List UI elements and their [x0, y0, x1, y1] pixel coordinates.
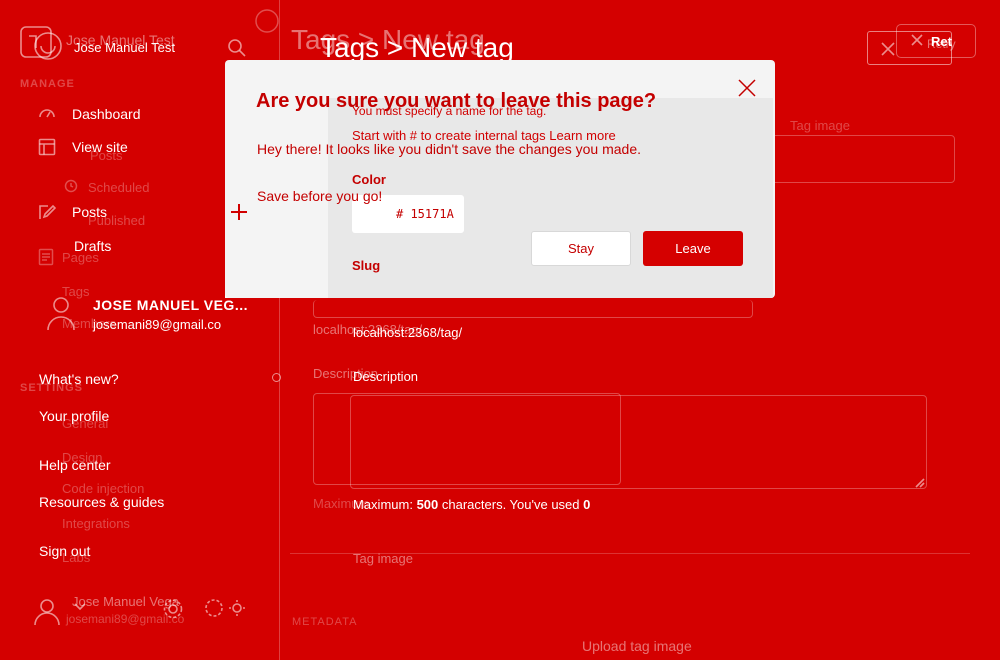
loading-icon: [254, 8, 280, 34]
description-label: Description: [353, 369, 419, 384]
stay-button[interactable]: Stay: [531, 231, 631, 266]
menu-whats-new[interactable]: What's new?: [39, 371, 119, 387]
max-hint-used: 0: [583, 497, 591, 512]
site-title[interactable]: Jose Manuel Test: [74, 40, 175, 55]
user-menu-name: JOSE MANUEL VEG...: [93, 297, 248, 313]
sidebar-item-published[interactable]: Published: [88, 213, 145, 228]
resize-handle-icon[interactable]: [915, 478, 925, 488]
metadata-heading: METADATA: [292, 616, 358, 628]
url-preview: localhost:2368/tag/: [353, 325, 463, 340]
leave-page-modal: You must specify a name for the tag. Sta…: [225, 60, 775, 298]
sidebar-item-pages[interactable]: Pages: [62, 250, 99, 265]
upload-tag-image-button[interactable]: Upload tag image: [582, 638, 692, 654]
tag-image-ghost-box: [745, 135, 955, 183]
modal-message-2: Save before you go!: [257, 188, 383, 204]
sidebar-item-scheduled[interactable]: Scheduled: [88, 180, 149, 195]
footer-avatar-icon[interactable]: [30, 594, 64, 628]
user-avatar-icon: [46, 294, 76, 332]
view-site-icon: [38, 138, 56, 156]
posts-icon: [38, 203, 56, 221]
plus-icon[interactable]: [229, 202, 249, 222]
modal-title: Are you sure you want to leave this page…: [256, 90, 657, 112]
max-hint-number: 500: [416, 497, 439, 512]
sidebar-item-labs[interactable]: Labs: [62, 550, 90, 565]
pages-icon: [38, 248, 54, 266]
sidebar-item-view-site[interactable]: View site: [72, 139, 128, 155]
site-avatar-icon: [32, 30, 64, 62]
manage-heading: MANAGE: [20, 78, 75, 90]
slug-label: Slug: [352, 258, 381, 273]
max-hint-suffix: characters. You've used: [438, 497, 584, 512]
menu-help-center[interactable]: Help center: [39, 457, 111, 473]
modal-close-icon[interactable]: [737, 78, 757, 98]
search-icon[interactable]: [227, 38, 247, 58]
discard-button[interactable]: [867, 31, 952, 65]
discard-close-icon: [881, 42, 895, 56]
dashboard-icon: [38, 105, 56, 123]
tag-image-label: Tag image: [353, 551, 413, 566]
sidebar-item-dashboard[interactable]: Dashboard: [72, 106, 141, 122]
chevron-down-icon[interactable]: [74, 603, 86, 611]
settings-gear-icon[interactable]: [162, 598, 184, 620]
leave-button[interactable]: Leave: [643, 231, 743, 266]
max-hint: Maximum: 500 characters. You've used 0: [353, 497, 590, 512]
slug-ghost-box: [313, 300, 753, 318]
sidebar-item-integrations[interactable]: Integrations: [62, 516, 130, 531]
user-menu-email: josemani89@gmail.co: [93, 317, 222, 332]
description-textarea[interactable]: [350, 395, 927, 489]
menu-resources[interactable]: Resources & guides: [39, 494, 164, 510]
tag-image-label-ghost: Tag image: [790, 118, 850, 133]
modal-message: Hey there! It looks like you didn't save…: [257, 141, 642, 157]
scheduled-icon: [64, 179, 78, 193]
night-mode-icon[interactable]: [204, 598, 248, 618]
max-hint-prefix: Maximum:: [353, 497, 417, 512]
color-label: Color: [352, 172, 386, 187]
sidebar-item-general[interactable]: General: [62, 416, 108, 431]
